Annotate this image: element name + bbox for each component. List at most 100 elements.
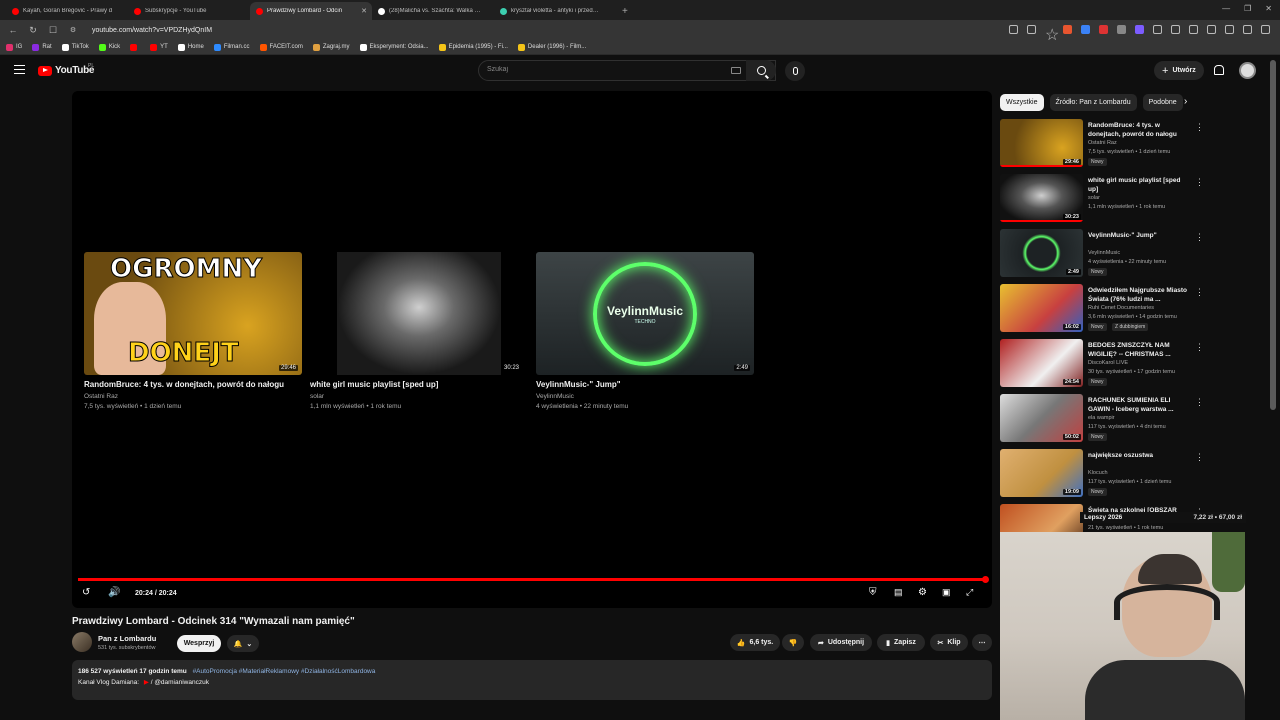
- description-box[interactable]: 186 527 wyświetleń 17 godzin temu #AutoP…: [72, 660, 992, 700]
- extension-red-icon[interactable]: [1099, 25, 1108, 34]
- bookmark-item[interactable]: Dealer (1996) - Film...: [517, 43, 586, 51]
- rec-title[interactable]: największe oszustwa: [1088, 451, 1188, 460]
- volume-icon[interactable]: 🔊: [108, 587, 120, 598]
- close-window-icon[interactable]: ✕: [1265, 4, 1272, 13]
- bookmark-item[interactable]: IG: [6, 43, 22, 51]
- rec-more-icon[interactable]: ⋮: [1195, 397, 1204, 408]
- rec-channel[interactable]: Klocuch: [1088, 470, 1108, 476]
- sidebar-toggle-icon[interactable]: [1243, 25, 1252, 34]
- bookmark-item[interactable]: FACEIT.com: [259, 43, 303, 51]
- recommendation-item[interactable]: 16:02 Odwiedziłem Najgrubsze Miasto Świat…: [1000, 284, 1205, 339]
- rec-thumbnail[interactable]: 16:02: [1000, 284, 1083, 332]
- puzzle-icon[interactable]: [1153, 25, 1162, 34]
- bookmark-item[interactable]: Home: [177, 43, 204, 51]
- recommendation-item[interactable]: 19:09 największe oszustwa Klocuch 117 tys. …: [1000, 449, 1205, 504]
- recommendation-item[interactable]: 50:02 RACHUNEK SUMIENIA ELI GAWIN - Icebe…: [1000, 394, 1205, 449]
- endcard-video-2[interactable]: 30:23 white girl music playlist [sped up…: [310, 252, 525, 412]
- extension-gray-icon[interactable]: [1117, 25, 1126, 34]
- extension-blue-icon[interactable]: [1081, 25, 1090, 34]
- create-button[interactable]: + Utwórz: [1154, 61, 1204, 80]
- recommendation-item[interactable]: 30:23 white girl music playlist [sped up]…: [1000, 174, 1205, 229]
- support-button[interactable]: Wesprzyj: [177, 635, 221, 652]
- cast-icon[interactable]: [1009, 25, 1018, 34]
- rec-channel[interactable]: Ruhi Cenet Documentaries: [1088, 305, 1154, 311]
- shield-icon[interactable]: ⛨: [869, 587, 877, 598]
- filter-chip[interactable]: Podobne: [1142, 94, 1183, 111]
- description-hashtags[interactable]: #AutoPromocja #MateriałReklamowy #Działa…: [193, 668, 376, 675]
- bookmark-item[interactable]: Zagraj.my: [312, 43, 350, 51]
- endcard-video-1[interactable]: OGROMNY DONEJT 29:46 RandomBruce: 4 tys.…: [84, 252, 302, 412]
- download-icon[interactable]: [1171, 25, 1180, 34]
- rec-channel[interactable]: DiscoKarol LIVE: [1088, 360, 1128, 366]
- rec-title[interactable]: VeylinnMusic-" Jump": [1088, 231, 1188, 240]
- url-field[interactable]: youtube.com/watch?v=VPDZHydQnIM: [92, 27, 212, 34]
- bookmark-item[interactable]: Epidemia (1995) - Fi...: [438, 43, 508, 51]
- rec-title[interactable]: white girl music playlist [sped up]: [1088, 176, 1188, 194]
- minimize-icon[interactable]: —: [1222, 4, 1230, 13]
- endcard-title[interactable]: RandomBruce: 4 tys. w donejtach, powrót …: [84, 380, 302, 389]
- video-player[interactable]: OGROMNY DONEJT 29:46 RandomBruce: 4 tys.…: [72, 91, 992, 608]
- bookmark-item[interactable]: [130, 43, 140, 51]
- dislike-button[interactable]: 👎: [782, 634, 804, 651]
- endcard-channel[interactable]: solar: [310, 392, 525, 402]
- bookmark-item[interactable]: Eksperyment: Odsia...: [359, 43, 429, 51]
- progress-bar[interactable]: [78, 576, 989, 583]
- fullscreen-icon[interactable]: ⤢: [966, 587, 973, 598]
- browser-tab[interactable]: (28)Malicha vs. Szachta: Walka o Ch: [372, 2, 494, 20]
- recommendation-item[interactable]: 29:46 RandomBruce: 4 tys. w donejtach, po…: [1000, 119, 1205, 174]
- endcard-video-3[interactable]: VeylinnMusic TECHNO 2:49 VeylinnMusic-" …: [536, 252, 754, 412]
- share-button[interactable]: ➦ Udostępnij: [810, 634, 872, 651]
- browser-tab[interactable]: Prawdziwy Lombard - Odcin ✕: [250, 2, 372, 20]
- rec-channel[interactable]: Ostatni Raz: [1088, 140, 1117, 146]
- chevron-right-icon[interactable]: ›: [1184, 96, 1187, 107]
- channel-name[interactable]: Pan z Lombardu: [98, 634, 156, 643]
- bookmark-item[interactable]: Rat: [32, 43, 52, 51]
- subtitles-icon[interactable]: ▤: [894, 587, 903, 598]
- notifications-bell-icon[interactable]: [1213, 65, 1224, 75]
- endcard-thumbnail-2[interactable]: 30:23: [310, 252, 525, 375]
- browser-tab[interactable]: Kayah, Goran Bregović - Prawy d: [6, 2, 128, 20]
- hamburger-menu-icon[interactable]: [14, 65, 25, 74]
- extension-purple-icon[interactable]: [1135, 25, 1144, 34]
- rec-more-icon[interactable]: ⋮: [1195, 232, 1204, 243]
- channel-avatar[interactable]: [72, 632, 92, 652]
- bookmark-item[interactable]: Filman.cc: [213, 43, 250, 51]
- rec-thumbnail[interactable]: 19:09: [1000, 449, 1083, 497]
- search-button[interactable]: [746, 60, 776, 81]
- endcard-thumbnail-3[interactable]: VeylinnMusic TECHNO 2:49: [536, 252, 754, 375]
- save-button[interactable]: ▮ Zapisz: [877, 634, 925, 651]
- youtube-logo[interactable]: YouTube: [38, 65, 95, 76]
- settings-menu-icon[interactable]: [1189, 25, 1198, 34]
- rec-thumbnail[interactable]: 50:02: [1000, 394, 1083, 442]
- rec-thumbnail[interactable]: 24:54: [1000, 339, 1083, 387]
- rec-more-icon[interactable]: ⋮: [1195, 287, 1204, 298]
- restore-icon[interactable]: ❐: [1244, 4, 1251, 13]
- like-button[interactable]: 👍 6,6 tys.: [730, 634, 780, 651]
- rec-channel[interactable]: ela wampir: [1088, 415, 1115, 421]
- rec-thumbnail[interactable]: 30:23: [1000, 174, 1083, 222]
- notification-dropdown-button[interactable]: 🔔 ⌄: [227, 635, 259, 652]
- rec-more-icon[interactable]: ⋮: [1195, 177, 1204, 188]
- bookmark-item[interactable]: YT: [150, 43, 168, 51]
- recommendation-item[interactable]: 2:49 VeylinnMusic-" Jump" VeylinnMusic 4 wy…: [1000, 229, 1205, 284]
- bookmark-item[interactable]: Kick: [98, 43, 120, 51]
- reload-icon[interactable]: ↻: [28, 25, 38, 36]
- browser-tab[interactable]: kryształ violetta - antyki i przedmioty: [494, 2, 616, 20]
- filter-chip[interactable]: Źródło: Pan z Lombardu: [1049, 94, 1137, 111]
- rec-more-icon[interactable]: ⋮: [1195, 452, 1204, 463]
- endcard-channel[interactable]: Ostatni Raz: [84, 392, 302, 402]
- brave-icon[interactable]: [1063, 25, 1072, 34]
- rec-more-icon[interactable]: ⋮: [1195, 342, 1204, 353]
- endcard-thumbnail-1[interactable]: OGROMNY DONEJT 29:46: [84, 252, 302, 375]
- keyboard-icon[interactable]: [731, 67, 741, 74]
- bookmark-item[interactable]: TikTok: [61, 43, 89, 51]
- account-avatar[interactable]: [1239, 62, 1256, 79]
- miniplayer-icon[interactable]: ▣: [942, 587, 951, 598]
- share-icon[interactable]: [1027, 25, 1036, 34]
- rec-channel[interactable]: VeylinnMusic: [1088, 250, 1120, 256]
- rec-title[interactable]: BEDOES ZNISZCZYŁ NAM WIGILIĘ? -- CHRISTM…: [1088, 341, 1188, 359]
- rec-channel[interactable]: solar: [1088, 195, 1100, 201]
- voice-search-button[interactable]: [785, 61, 805, 81]
- rec-thumbnail[interactable]: 29:46: [1000, 119, 1083, 167]
- back-icon[interactable]: ←: [8, 25, 18, 35]
